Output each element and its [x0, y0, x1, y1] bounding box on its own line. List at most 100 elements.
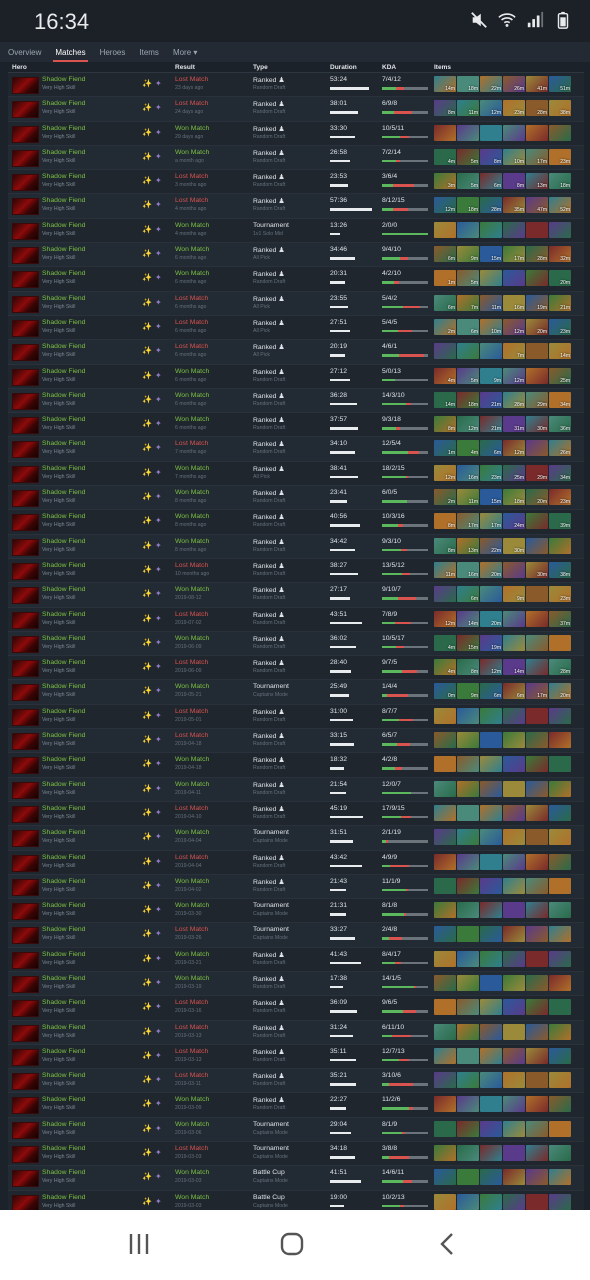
hero-name[interactable]: Shadow Fiend	[42, 756, 85, 763]
item-icon[interactable]	[526, 950, 548, 967]
hero-name[interactable]: Shadow Fiend	[42, 611, 85, 618]
item-icon[interactable]	[503, 999, 525, 1016]
item-icon[interactable]: 23m	[549, 586, 571, 603]
item-icon[interactable]	[526, 1072, 548, 1089]
item-icon[interactable]: 12m	[480, 659, 502, 676]
table-row[interactable]: Shadow Fiend Very High Skill ✨ ✦ Won Match 20…	[8, 777, 584, 802]
table-row[interactable]: Shadow Fiend Very High Skill ✨ ✦ Lost Match 2…	[8, 729, 584, 754]
item-icon[interactable]	[457, 950, 479, 967]
item-icon[interactable]: 24m	[503, 513, 525, 530]
hero-portrait[interactable]	[12, 878, 39, 896]
item-icon[interactable]	[503, 1193, 525, 1210]
item-icon[interactable]: 20m	[480, 561, 502, 578]
item-icon[interactable]	[434, 1072, 456, 1089]
hero-portrait[interactable]	[12, 660, 39, 678]
item-icon[interactable]: 18m	[457, 391, 479, 408]
item-icon[interactable]: 29m	[526, 391, 548, 408]
item-icon[interactable]: 28m	[526, 100, 548, 117]
item-icon[interactable]: 0m	[434, 683, 456, 700]
item-icon[interactable]: 16m	[457, 561, 479, 578]
item-icon[interactable]	[503, 732, 525, 749]
item-icon[interactable]	[480, 780, 502, 797]
hero-portrait[interactable]	[12, 222, 39, 240]
item-icon[interactable]: 12m	[434, 197, 456, 214]
item-icon[interactable]: 8m	[434, 537, 456, 554]
match-result[interactable]: Won Match	[175, 1169, 209, 1176]
item-icon[interactable]: 26m	[549, 440, 571, 457]
item-icon[interactable]: 10m	[503, 148, 525, 165]
table-row[interactable]: Shadow Fiend Very High Skill ✨ ✦ Lost Match 2…	[8, 97, 584, 122]
tab-overview[interactable]: Overview	[6, 48, 43, 62]
item-icon[interactable]	[434, 804, 456, 821]
match-result[interactable]: Lost Match	[175, 926, 208, 933]
table-row[interactable]: Shadow Fiend Very High Skill ✨ ✦ Won Match 20…	[8, 1190, 584, 1210]
item-icon[interactable]	[480, 1193, 502, 1210]
hero-portrait[interactable]	[12, 733, 39, 751]
item-icon[interactable]	[434, 1193, 456, 1210]
hero-name[interactable]: Shadow Fiend	[42, 878, 85, 885]
hero-portrait[interactable]	[12, 708, 39, 726]
hero-portrait[interactable]	[12, 125, 39, 143]
item-icon[interactable]: 20m	[549, 270, 571, 287]
item-icon[interactable]: 18m	[549, 173, 571, 190]
item-icon[interactable]	[434, 974, 456, 991]
item-icon[interactable]: 28m	[480, 197, 502, 214]
table-row[interactable]: Shadow Fiend Very High Skill ✨ ✦ Won Match 20…	[8, 680, 584, 705]
item-icon[interactable]	[526, 270, 548, 287]
hero-portrait[interactable]	[12, 319, 39, 337]
item-icon[interactable]: 6m	[434, 246, 456, 263]
match-result[interactable]: Lost Match	[175, 805, 208, 812]
item-icon[interactable]: 6m	[434, 294, 456, 311]
item-icon[interactable]: 22m	[480, 537, 502, 554]
item-icon[interactable]: 9m	[503, 586, 525, 603]
item-icon[interactable]	[457, 732, 479, 749]
item-icon[interactable]: 17m	[480, 513, 502, 530]
hero-portrait[interactable]	[12, 77, 39, 94]
match-result[interactable]: Lost Match	[175, 1024, 208, 1031]
hero-portrait[interactable]	[12, 805, 39, 823]
match-result[interactable]: Won Match	[175, 1096, 209, 1103]
tab-more[interactable]: More ▾	[171, 48, 199, 62]
match-result[interactable]: Lost Match	[175, 1048, 208, 1055]
item-icon[interactable]	[434, 343, 456, 360]
hero-name[interactable]: Shadow Fiend	[42, 440, 85, 447]
item-icon[interactable]: 2m	[434, 489, 456, 506]
item-icon[interactable]	[549, 804, 571, 821]
item-icon[interactable]: 9m	[457, 683, 479, 700]
item-icon[interactable]	[480, 221, 502, 238]
item-icon[interactable]	[549, 974, 571, 991]
match-result[interactable]: Lost Match	[175, 76, 208, 83]
hero-name[interactable]: Shadow Fiend	[42, 343, 85, 350]
hero-name[interactable]: Shadow Fiend	[42, 149, 85, 156]
match-result[interactable]: Lost Match	[175, 1145, 208, 1152]
table-row[interactable]: Shadow Fiend Very High Skill ✨ ✦ Won Match 20…	[8, 971, 584, 997]
item-icon[interactable]	[434, 926, 456, 943]
tab-items[interactable]: Items	[137, 48, 161, 62]
table-row[interactable]: Shadow Fiend Very High Skill ✨ ✦ Won Match 20…	[8, 1117, 584, 1143]
item-icon[interactable]	[526, 440, 548, 457]
table-row[interactable]: Shadow Fiend Very High Skill ✨ ✦ Won Match 4 …	[8, 218, 584, 244]
item-icon[interactable]: 5m	[457, 367, 479, 384]
hero-name[interactable]: Shadow Fiend	[42, 538, 85, 545]
table-row[interactable]: Shadow Fiend Very High Skill ✨ ✦ Won Match 20…	[8, 753, 584, 778]
item-icon[interactable]: 11m	[457, 100, 479, 117]
item-icon[interactable]	[480, 1023, 502, 1040]
item-icon[interactable]	[549, 1193, 571, 1210]
item-icon[interactable]: 29m	[526, 464, 548, 481]
item-icon[interactable]	[434, 877, 456, 894]
item-icon[interactable]: 14m	[434, 391, 456, 408]
item-icon[interactable]: 32m	[549, 246, 571, 263]
hero-name[interactable]: Shadow Fiend	[42, 635, 85, 642]
item-icon[interactable]	[434, 756, 456, 773]
hero-name[interactable]: Shadow Fiend	[42, 805, 85, 812]
item-icon[interactable]	[480, 270, 502, 287]
hero-name[interactable]: Shadow Fiend	[42, 999, 85, 1006]
hero-name[interactable]: Shadow Fiend	[42, 1024, 85, 1031]
hero-portrait[interactable]	[12, 1194, 39, 1210]
item-icon[interactable]	[503, 1023, 525, 1040]
item-icon[interactable]: 7m	[457, 294, 479, 311]
item-icon[interactable]: 5m	[457, 173, 479, 190]
table-row[interactable]: Shadow Fiend Very High Skill ✨ ✦ Won Match 6 …	[8, 388, 584, 414]
item-icon[interactable]: 8m	[434, 416, 456, 433]
item-icon[interactable]	[457, 1023, 479, 1040]
